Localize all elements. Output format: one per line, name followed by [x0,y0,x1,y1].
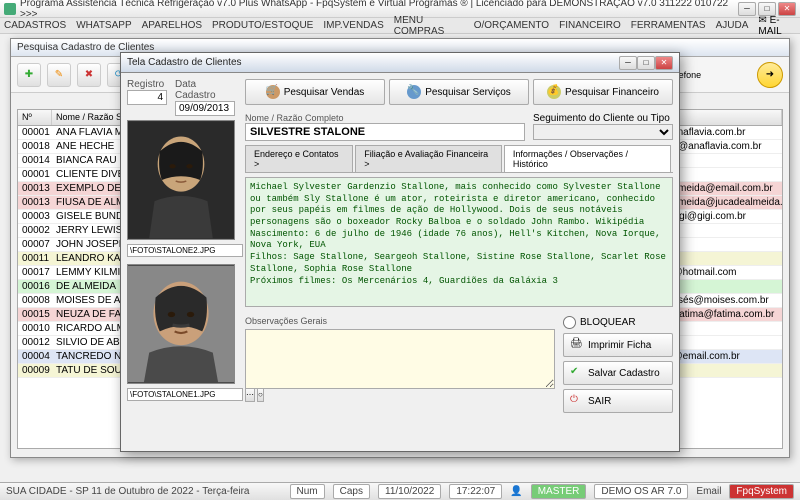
status-master: MASTER [531,484,587,499]
user-icon: 👤 [510,486,522,497]
menu-compras[interactable]: MENU COMPRAS [394,15,464,37]
info-textarea[interactable] [245,177,673,307]
tab-filiacao[interactable]: Filiação e Avaliação Financeira > [355,145,502,172]
close-button[interactable]: ✕ [778,2,796,16]
name-label: Nome / Razão Completo [245,113,525,123]
status-date: 11/10/2022 [378,484,441,499]
menu-aparelhos[interactable]: APARELHOS [142,20,202,31]
check-icon: ✔ [570,366,584,380]
cart-icon: 🛒 [266,85,280,99]
printer-icon: 🖨 [570,338,584,352]
status-demo: DEMO OS AR 7.0 [594,484,688,499]
print-button[interactable]: 🖨Imprimir Ficha [563,333,673,357]
name-input[interactable] [245,123,525,141]
pesquisar-financeiro-button[interactable]: 💰Pesquisar Financeiro [533,79,673,105]
minimize-button[interactable]: ─ [738,2,756,16]
photo1-path[interactable] [127,244,243,257]
menu-orcamento[interactable]: O/ORÇAMENTO [474,20,549,31]
menu-financeiro[interactable]: FINANCEIRO [559,20,621,31]
main-menubar: CADASTROS WHATSAPP APARELHOS PRODUTO/EST… [0,18,800,34]
col-number: Nº [18,110,52,125]
date-input[interactable] [175,101,235,116]
status-email[interactable]: Email [696,486,721,497]
menu-ajuda[interactable]: AJUDA [716,20,749,31]
app-icon [4,3,16,15]
menu-vendas[interactable]: IMP.VENDAS [323,20,383,31]
status-location: SUA CIDADE - SP 11 de Outubro de 2022 - … [6,486,249,497]
tool-edit-icon[interactable]: ✎ [47,63,71,87]
maximize-button[interactable]: □ [758,2,776,16]
detail-minimize[interactable]: ─ [619,56,637,70]
status-caps: Caps [333,484,370,499]
menu-ferramentas[interactable]: FERRAMENTAS [631,20,706,31]
detail-tabs: Endereço e Contatos > Filiação e Avaliaç… [245,145,673,173]
menu-cadastros[interactable]: CADASTROS [4,20,66,31]
tab-endereco[interactable]: Endereço e Contatos > [245,145,353,172]
status-fpq[interactable]: FpqSystem [729,484,794,499]
seg-label: Seguimento do Cliente ou Tipo [533,113,670,124]
search-go-button[interactable]: ➜ [757,62,783,88]
block-checkbox[interactable]: BLOQUEAR [563,316,673,329]
registro-input[interactable] [127,90,167,105]
menu-whatsapp[interactable]: WHATSAPP [76,20,131,31]
detail-window: Tela Cadastro de Clientes ─ □ ✕ Registro… [120,52,680,452]
app-title: Programa Assistência Técnica Refrigeraçã… [20,0,738,20]
tools-icon: 🔧 [407,85,421,99]
detail-maximize[interactable]: □ [637,56,655,70]
status-num: Num [290,484,325,499]
detail-close[interactable]: ✕ [655,56,673,70]
pesquisar-servicos-button[interactable]: 🔧Pesquisar Serviços [389,79,529,105]
exit-icon: ⏻ [570,394,584,408]
tool-new-icon[interactable]: ✚ [17,63,41,87]
tool-delete-icon[interactable]: ✖ [77,63,101,87]
pesquisar-vendas-button[interactable]: 🛒Pesquisar Vendas [245,79,385,105]
statusbar: SUA CIDADE - SP 11 de Outubro de 2022 - … [0,482,800,500]
menu-produto[interactable]: PRODUTO/ESTOQUE [212,20,313,31]
save-button[interactable]: ✔Salvar Cadastro [563,361,673,385]
detail-title: Tela Cadastro de Clientes [127,57,619,68]
obs-textarea[interactable] [245,329,555,389]
exit-button[interactable]: ⏻SAIR [563,389,673,413]
seg-select[interactable] [533,124,673,140]
photo2-path[interactable] [127,388,243,401]
tab-informacoes[interactable]: Informações / Observações / Histórico [504,145,671,172]
money-icon: 💰 [547,85,561,99]
photo-1 [127,120,235,240]
obs-label: Observações Gerais [245,316,327,326]
photo-2 [127,264,235,384]
menu-email[interactable]: E-MAIL [758,15,781,37]
status-time: 17:22:07 [449,484,502,499]
